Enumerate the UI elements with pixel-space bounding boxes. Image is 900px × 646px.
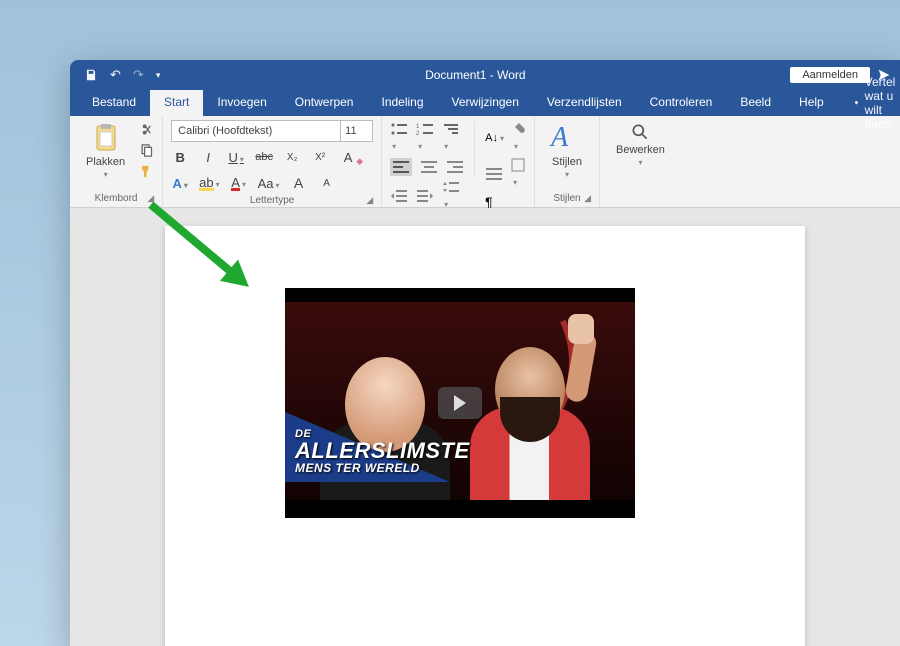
justify-button[interactable] bbox=[485, 167, 503, 181]
bullets-button[interactable] bbox=[390, 122, 408, 154]
undo-icon[interactable]: ↶ bbox=[110, 67, 121, 83]
highlight-button[interactable]: ab bbox=[199, 175, 219, 191]
embedded-video[interactable]: DE ALLERSLIMSTE MENS TER WERELD bbox=[285, 288, 635, 518]
redo-icon[interactable]: ↷ bbox=[133, 67, 144, 83]
superscript-button[interactable]: X² bbox=[311, 152, 329, 163]
align-left-button[interactable] bbox=[390, 158, 412, 176]
clear-formatting-button[interactable]: A◆ bbox=[339, 150, 357, 165]
ribbon-tabs: Bestand Start Invoegen Ontwerpen Indelin… bbox=[70, 90, 900, 116]
group-font: B I U abc X₂ X² A◆ A ab A Aa A A bbox=[163, 116, 382, 207]
tab-home[interactable]: Start bbox=[150, 90, 203, 116]
copy-icon[interactable] bbox=[139, 143, 154, 158]
bold-button[interactable]: B bbox=[171, 150, 189, 165]
ribbon: Plakken ▾ Klembord ◢ bbox=[70, 116, 900, 208]
group-label-font: Lettertype ◢ bbox=[171, 194, 373, 207]
styles-label: Stijlen bbox=[552, 156, 582, 168]
signin-button[interactable]: Aanmelden bbox=[790, 67, 870, 83]
tab-mailings[interactable]: Verzendlijsten bbox=[533, 90, 636, 116]
group-editing: Bewerken ▾ bbox=[600, 116, 681, 207]
dialog-launcher-icon[interactable]: ◢ bbox=[584, 193, 591, 204]
styles-icon: A bbox=[551, 122, 583, 154]
align-center-button[interactable] bbox=[420, 160, 438, 174]
tab-file[interactable]: Bestand bbox=[78, 90, 150, 116]
paste-label: Plakken bbox=[86, 156, 125, 168]
dialog-launcher-icon[interactable]: ◢ bbox=[366, 195, 373, 206]
lightbulb-icon bbox=[854, 96, 859, 110]
group-paragraph: 12 A bbox=[382, 116, 535, 207]
svg-text:2: 2 bbox=[416, 131, 420, 136]
svg-text:1: 1 bbox=[416, 124, 420, 130]
change-case-button[interactable]: Aa bbox=[258, 176, 280, 191]
editing-button[interactable]: Bewerken ▾ bbox=[608, 120, 673, 169]
sort-button[interactable]: A↓ bbox=[485, 132, 504, 144]
document-title: Document1 - Word bbox=[160, 68, 790, 82]
group-label-styles: Stijlen ◢ bbox=[543, 192, 591, 205]
decrease-indent-button[interactable] bbox=[390, 189, 408, 203]
styles-button[interactable]: A Stijlen ▾ bbox=[543, 120, 591, 181]
text-effects-button[interactable]: A bbox=[171, 176, 189, 191]
search-icon bbox=[630, 122, 650, 142]
strikethrough-button[interactable]: abc bbox=[255, 151, 273, 163]
tab-review[interactable]: Controleren bbox=[636, 90, 727, 116]
video-title-overlay: DE ALLERSLIMSTE MENS TER WERELD bbox=[295, 429, 470, 474]
play-icon[interactable] bbox=[438, 387, 482, 419]
subscript-button[interactable]: X₂ bbox=[283, 152, 301, 163]
multilevel-list-button[interactable] bbox=[442, 122, 460, 154]
grow-font-button[interactable]: A bbox=[290, 175, 308, 191]
editing-label: Bewerken bbox=[616, 144, 665, 156]
paste-button[interactable]: Plakken ▾ bbox=[78, 120, 133, 181]
font-name-input[interactable] bbox=[171, 120, 341, 142]
italic-button[interactable]: I bbox=[199, 150, 217, 165]
shrink-font-button[interactable]: A bbox=[318, 178, 336, 189]
save-icon[interactable] bbox=[84, 68, 98, 82]
tell-me-label: Vertel wat u wilt doen bbox=[865, 75, 900, 131]
page: DE ALLERSLIMSTE MENS TER WERELD bbox=[165, 226, 805, 646]
numbering-button[interactable]: 12 bbox=[416, 122, 434, 154]
tab-image[interactable]: Beeld bbox=[726, 90, 785, 116]
group-clipboard: Plakken ▾ Klembord ◢ bbox=[70, 116, 163, 207]
word-window: ↶ ↷ ▾ Document1 - Word Aanmelden Bestand… bbox=[70, 60, 900, 646]
tab-insert[interactable]: Invoegen bbox=[203, 90, 280, 116]
tab-help[interactable]: Help bbox=[785, 90, 838, 116]
tab-layout[interactable]: Indeling bbox=[367, 90, 437, 116]
titlebar: ↶ ↷ ▾ Document1 - Word Aanmelden bbox=[70, 60, 900, 90]
shading-button[interactable] bbox=[512, 122, 526, 154]
group-label-clipboard: Klembord ◢ bbox=[78, 192, 154, 205]
align-right-button[interactable] bbox=[446, 160, 464, 174]
font-size-input[interactable] bbox=[341, 120, 373, 142]
cut-icon[interactable] bbox=[139, 122, 154, 137]
clipboard-icon bbox=[90, 122, 122, 154]
document-area[interactable]: DE ALLERSLIMSTE MENS TER WERELD bbox=[70, 208, 900, 646]
increase-indent-button[interactable] bbox=[416, 189, 434, 203]
tab-design[interactable]: Ontwerpen bbox=[281, 90, 368, 116]
quick-access-toolbar: ↶ ↷ ▾ bbox=[76, 67, 160, 83]
tab-references[interactable]: Verwijzingen bbox=[438, 90, 533, 116]
font-color-button[interactable]: A bbox=[230, 175, 248, 191]
tell-me-search[interactable]: Vertel wat u wilt doen bbox=[842, 90, 900, 116]
borders-button[interactable] bbox=[511, 158, 525, 190]
qat-customize-icon[interactable]: ▾ bbox=[156, 70, 161, 81]
format-painter-icon[interactable] bbox=[139, 164, 154, 179]
underline-button[interactable]: U bbox=[227, 150, 245, 165]
group-styles: A Stijlen ▾ Stijlen ◢ bbox=[535, 116, 600, 207]
